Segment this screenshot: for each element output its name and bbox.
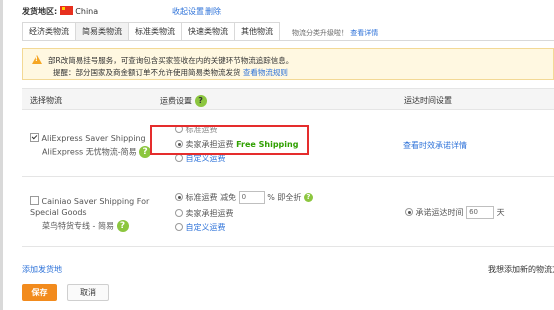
row2-radio-custom[interactable] <box>175 223 183 231</box>
tab-standard[interactable]: 标准类物流 <box>128 22 182 41</box>
row2-name-en-1: Cainiao Saver Shipping For <box>41 197 150 206</box>
col-select-logistics: 选择物流 <box>30 96 62 105</box>
row1-checkbox[interactable] <box>30 133 39 142</box>
row1-name-en: AliExpress Saver Shipping <box>41 134 146 143</box>
row2-radio-standard[interactable] <box>175 193 183 201</box>
row2-opt-custom: 自定义运费 <box>175 222 226 233</box>
row1-custom-link[interactable]: 自定义运费 <box>186 154 226 163</box>
ship-region-row: 发货地区: China <box>22 6 98 17</box>
col-freight-settings: 运费设置 ? <box>160 95 207 107</box>
left-gutter <box>0 0 3 310</box>
row2-time-input[interactable]: 60 <box>466 206 495 219</box>
tab-upgrade-hint: 物流分类升级啦！ 查看详情 <box>292 28 378 38</box>
tab-simple[interactable]: 简易类物流 <box>75 22 129 41</box>
row2-opt-standard: 标准运费 减免 0 % 即全折 ? <box>175 191 313 204</box>
row2-standard-label: 标准运费 <box>185 193 218 202</box>
row2-custom-link[interactable]: 自定义运费 <box>186 223 226 232</box>
table-header: 选择物流 运费设置 ? 运达时间设置 <box>22 88 554 110</box>
row2-seller-label: 卖家承担运费 <box>185 209 234 218</box>
logistics-rules-link[interactable]: 查看物流规则 <box>243 68 288 77</box>
row1-radio-custom[interactable] <box>175 154 183 162</box>
tab-divider <box>22 40 554 41</box>
row2-help-icon[interactable]: ? <box>116 220 129 232</box>
row2-name-en-2: Special Goods <box>30 208 87 217</box>
save-button[interactable]: 保存 <box>22 284 57 301</box>
cancel-button[interactable]: 取消 <box>67 284 109 301</box>
row2-checkbox[interactable] <box>30 196 39 205</box>
row1-name-line: AliExpress Saver Shipping <box>30 133 146 143</box>
delete-link[interactable]: 删除 <box>205 6 221 17</box>
region-label: 发货地区: <box>22 7 58 16</box>
notice-line-2: 提醒：部分国家及商金额订单不允许使用简易类物流发货 查看物流规则 <box>53 67 288 78</box>
notice-line-1: 部R改简易挂号服务，可查询包含买家签收在内的关键环节物流追踪信息。 <box>48 56 294 65</box>
help-icon[interactable]: ? <box>194 95 207 107</box>
col-delivery-time: 运达时间设置 <box>404 96 452 105</box>
row1-name-cn-line: AliExpress 无忧物流-简易 ? <box>42 146 152 158</box>
row2-opt-seller: 卖家承担运费 <box>175 208 234 219</box>
highlight-box <box>150 125 309 155</box>
logistics-tabs: 经济类物流 简易类物流 标准类物流 快速类物流 其他物流 <box>22 22 280 41</box>
row2-name-line-1: Cainiao Saver Shipping For <box>30 196 149 206</box>
freight-settings-label: 运费设置 <box>160 96 192 106</box>
row2-discount-input[interactable]: 0 <box>238 191 265 204</box>
row2-radio-seller[interactable] <box>175 209 183 217</box>
row2-time-label: 承诺运达时间 <box>415 208 464 217</box>
country-name: China <box>75 7 99 16</box>
add-new-logistics-hint: 我想添加新的物流方 <box>488 265 554 274</box>
tab-express[interactable]: 快速类物流 <box>181 22 235 41</box>
row2-radio-time[interactable] <box>405 208 413 216</box>
row2-discount-label: 减免 <box>220 193 237 202</box>
row2-time-row: 承诺运达时间 60 天 <box>405 206 505 219</box>
row-divider-2 <box>22 246 554 247</box>
notice-line-2-text: 提醒：部分国家及商金额订单不允许使用简易类物流发货 <box>53 68 243 77</box>
add-location-link[interactable]: 添加发货地 <box>22 264 62 275</box>
collapse-settings-link[interactable]: 收起设置 <box>172 6 204 17</box>
delivery-promise-link[interactable]: 查看时效承诺详情 <box>403 140 467 151</box>
row2-discount-suffix: % 即全折 <box>267 193 302 202</box>
row1-name-cn: AliExpress 无忧物流-简易 <box>42 147 137 157</box>
tab-other[interactable]: 其他物流 <box>234 22 280 41</box>
warning-exclamation: ! <box>35 56 38 63</box>
upgrade-details-link[interactable]: 查看详情 <box>350 29 378 37</box>
upgrade-hint-text: 物流分类升级啦！ <box>292 29 348 37</box>
notice-box: ! 部R改简易挂号服务，可查询包含买家签收在内的关键环节物流追踪信息。 提醒：部… <box>22 48 554 80</box>
china-flag-icon <box>59 6 73 15</box>
row2-discount-help-icon[interactable]: ? <box>303 193 313 202</box>
row2-name-cn: 菜鸟特货专线 - 简易 <box>42 221 114 231</box>
row-divider-1 <box>22 176 554 177</box>
row2-name-cn-line: 菜鸟特货专线 - 简易 ? <box>42 220 129 232</box>
row2-time-unit: 天 <box>496 208 505 217</box>
tab-economy[interactable]: 经济类物流 <box>22 22 76 41</box>
